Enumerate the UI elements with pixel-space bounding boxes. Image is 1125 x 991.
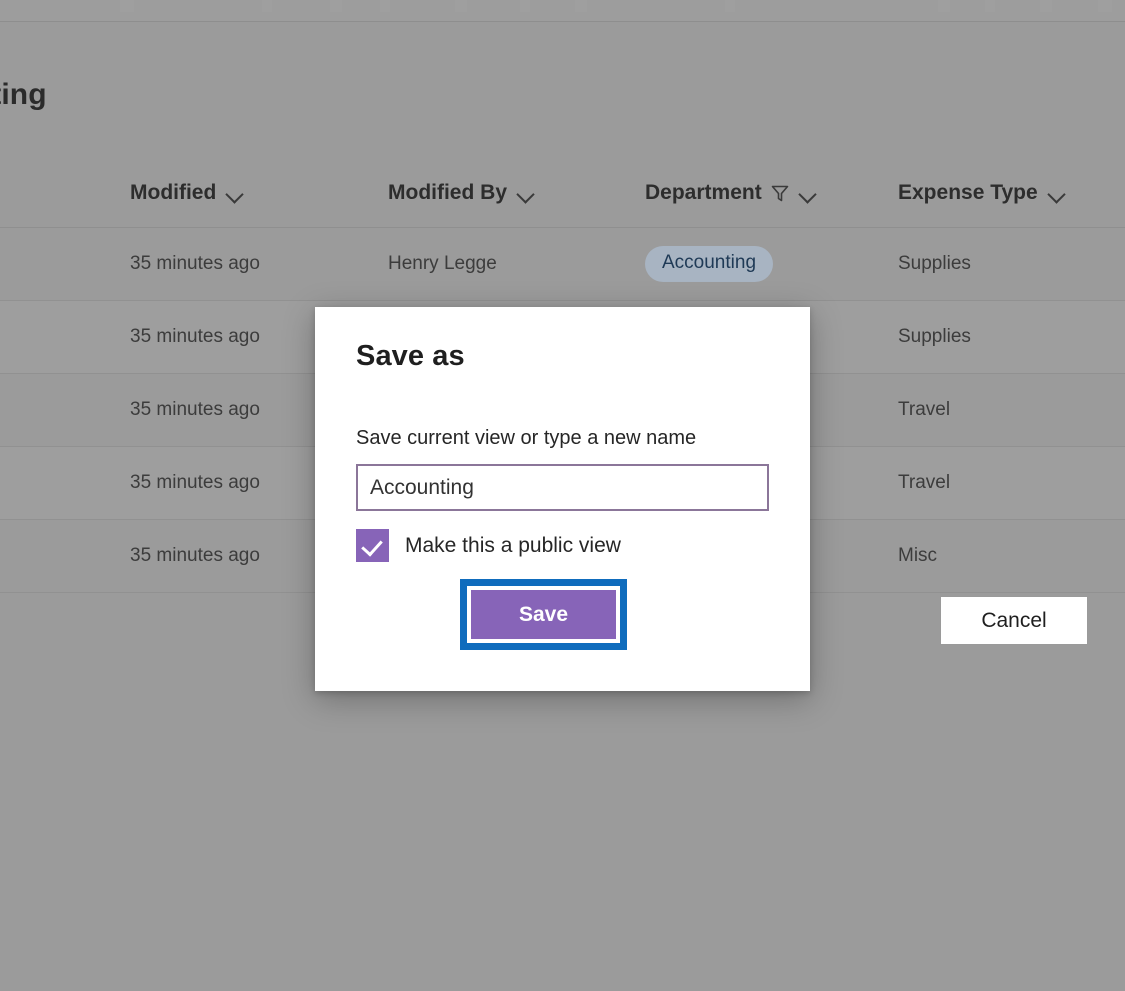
cell-modified: 35 minutes ago: [130, 326, 260, 347]
toolbar-ghost-item: [520, 0, 530, 12]
chevron-down-icon[interactable]: [798, 184, 817, 203]
column-header-label: Department: [645, 181, 762, 204]
public-view-checkbox[interactable]: [356, 529, 389, 562]
view-name-label: Save current view or type a new name: [356, 427, 697, 449]
cell-modified: 35 minutes ago: [130, 545, 260, 566]
view-name-input[interactable]: [356, 464, 769, 511]
toolbar-ghost-item: [330, 0, 342, 12]
filter-funnel-icon[interactable]: [771, 184, 789, 203]
column-header-modified[interactable]: Modified: [130, 181, 244, 205]
public-view-checkbox-row[interactable]: Make this a public view: [356, 529, 621, 562]
save-button-focus-ring: Save: [460, 579, 627, 650]
cell-modified-by: Henry Legge: [388, 253, 497, 274]
toolbar-ghost-item: [455, 0, 467, 12]
column-header-label: Modified By: [388, 181, 507, 204]
toolbar-ghost-item: [938, 0, 950, 12]
dialog-title: Save as: [356, 340, 465, 372]
cell-expense-type: Travel: [898, 399, 951, 420]
toolbar-ghost-item: [575, 0, 587, 12]
chevron-down-icon[interactable]: [1047, 184, 1066, 203]
cell-modified: 35 minutes ago: [130, 472, 260, 493]
toolbar-ghost-item: [380, 0, 390, 12]
toolbar-ghost-item: [985, 0, 995, 12]
checkmark-icon: [361, 534, 383, 557]
chevron-down-icon[interactable]: [516, 184, 535, 203]
command-bar: [0, 0, 1125, 22]
save-button-focus-ring-inner: Save: [467, 586, 620, 643]
screen: ounting Modified Modified By Department: [0, 0, 1125, 991]
cell-expense-type: Supplies: [898, 253, 971, 274]
public-view-checkbox-label: Make this a public view: [405, 533, 621, 557]
toolbar-ghost-item: [262, 0, 272, 12]
chevron-down-icon[interactable]: [225, 184, 244, 203]
column-header-label: Expense Type: [898, 181, 1038, 204]
toolbar-ghost-item: [725, 0, 735, 12]
column-header-department[interactable]: Department: [645, 181, 817, 205]
cell-expense-type: Travel: [898, 472, 951, 493]
cell-modified: 35 minutes ago: [130, 253, 260, 274]
toolbar-ghost-item: [1098, 0, 1112, 12]
page-title: ounting: [0, 78, 47, 111]
table-row[interactable]: 35 minutes ago Henry Legge Accounting Su…: [0, 228, 1125, 301]
column-header-label: Modified: [130, 181, 217, 204]
cancel-button[interactable]: Cancel: [940, 596, 1088, 645]
toolbar-ghost-item: [120, 0, 134, 12]
column-header-modified-by[interactable]: Modified By: [388, 181, 535, 205]
grid-header-row: Modified Modified By Department Expense …: [0, 165, 1125, 228]
column-header-expense-type[interactable]: Expense Type: [898, 181, 1066, 205]
cell-department-pill[interactable]: Accounting: [645, 246, 774, 282]
cell-modified: 35 minutes ago: [130, 399, 260, 420]
cell-expense-type: Misc: [898, 545, 938, 566]
save-as-dialog: Save as Save current view or type a new …: [315, 307, 1088, 691]
save-button[interactable]: Save: [471, 590, 616, 639]
cell-expense-type: Supplies: [898, 326, 971, 347]
toolbar-ghost-item: [1040, 0, 1052, 12]
